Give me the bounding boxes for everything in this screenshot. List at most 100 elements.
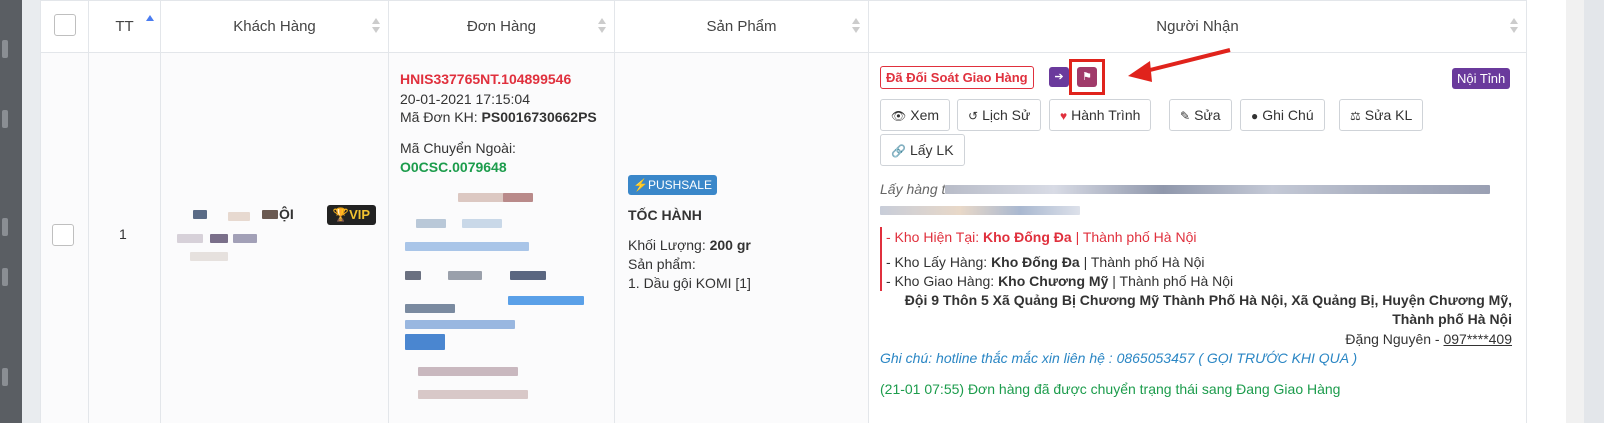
vip-label: VIP — [349, 207, 371, 222]
blurred-text — [510, 271, 546, 280]
service-type: TỐC HÀNH — [628, 207, 702, 223]
trophy-icon: 🏆 — [332, 207, 350, 222]
journey-button[interactable]: ♥ Hành Trình — [1049, 99, 1152, 131]
blurred-text — [880, 206, 1080, 215]
edit-weight-button[interactable]: ⚖ Sửa KL — [1339, 99, 1424, 131]
blurred-text — [503, 193, 533, 202]
header-label: Khách Hàng — [233, 18, 316, 35]
get-link-button[interactable]: 🔗 Lấy LK — [880, 134, 965, 166]
blurred-text — [448, 271, 482, 280]
blurred-text — [210, 234, 228, 243]
sign-out-icon[interactable]: ➔ — [1049, 67, 1069, 87]
scale-icon: ⚖ — [1350, 109, 1361, 123]
edit-button[interactable]: ✎ Sửa — [1169, 99, 1232, 131]
header-order[interactable]: Đơn Hàng — [388, 0, 615, 53]
warehouse-indicator-bar — [880, 227, 882, 291]
external-code-label: Mã Chuyển Ngoài: — [400, 140, 516, 156]
comment-icon: ● — [1251, 109, 1259, 123]
annotation-arrow-icon — [1128, 48, 1231, 82]
receiver-name: Đặng Nguyên - — [1345, 331, 1444, 347]
pencil-icon: ✎ — [1180, 109, 1191, 123]
header-customer[interactable]: Khách Hàng — [160, 0, 389, 53]
sort-icon[interactable] — [852, 18, 860, 34]
region-badge: Nội Tỉnh — [1452, 68, 1511, 89]
products-label: Sản phẩm: — [628, 256, 696, 272]
pickup-warehouse-line: - Kho Lấy Hàng: Kho Đống Đa | Thành phố … — [886, 254, 1205, 270]
customer-name: ỘI — [279, 206, 294, 222]
eye-icon: 👁 — [891, 109, 907, 123]
blurred-text — [405, 304, 455, 313]
view-button[interactable]: 👁 Xem — [880, 99, 951, 131]
label: - Kho Giao Hàng: — [886, 273, 995, 289]
label: - Kho Lấy Hàng: — [886, 254, 988, 270]
delivery-warehouse-line: - Kho Giao Hàng: Kho Chương Mỹ | Thành p… — [886, 273, 1233, 289]
history-button[interactable]: ↺ Lịch Sử — [957, 99, 1042, 131]
history-icon: ↺ — [968, 109, 979, 123]
city: | Thành phố Hà Nội — [1112, 273, 1234, 289]
blurred-text — [416, 219, 446, 228]
blurred-text — [462, 219, 502, 228]
header-tt[interactable]: TT — [88, 0, 161, 53]
pickup-address-prefix: Lấy hàng t — [880, 181, 946, 197]
button-label: Sửa — [1194, 107, 1221, 123]
button-label: Xem — [910, 107, 940, 123]
header-product[interactable]: Sản Phẩm — [614, 0, 869, 53]
note-button[interactable]: ● Ghi Chú — [1240, 99, 1325, 131]
external-code: O0CSC.0079648 — [400, 159, 507, 175]
header-label: Người Nhận — [1156, 18, 1239, 35]
customer-order-code: Mã Đơn KH: PS0016730662PS — [400, 109, 597, 125]
button-label: Lịch Sử — [982, 107, 1031, 123]
select-all-checkbox[interactable] — [53, 13, 76, 36]
receiver-phone-link[interactable]: 097****409 — [1443, 331, 1512, 347]
sort-asc-icon[interactable] — [146, 15, 154, 31]
sort-icon[interactable] — [598, 18, 606, 34]
city: | Thành phố Hà Nội — [1083, 254, 1205, 270]
left-sidebar-edge — [0, 0, 22, 423]
delivery-address-line: Thành phố Hà Nội — [1392, 311, 1512, 327]
value: Kho Chương Mỹ — [998, 273, 1109, 289]
blurred-text — [233, 234, 257, 243]
vertical-scrollbar[interactable] — [1566, 0, 1584, 423]
order-datetime: 20-01-2021 17:15:04 — [400, 91, 530, 107]
button-label: Ghi Chú — [1262, 107, 1314, 123]
blurred-text — [508, 296, 584, 305]
header-select-all[interactable] — [40, 0, 89, 53]
delivery-address-line: Đội 9 Thôn 5 Xã Quảng Bị Chương Mỹ Thành… — [904, 292, 1512, 308]
blurred-text — [262, 210, 278, 219]
label: Khối Lượng: — [628, 237, 706, 253]
order-code-link[interactable]: HNIS337765NT.104899546 — [400, 71, 571, 87]
blurred-text — [945, 185, 1490, 194]
receiver-line: Đặng Nguyên - 097****409 — [1345, 331, 1512, 347]
label: Mã Đơn KH: — [400, 109, 478, 125]
button-label: Sửa KL — [1364, 107, 1413, 123]
blurred-text — [228, 212, 250, 221]
blurred-text — [405, 334, 445, 350]
row-checkbox[interactable] — [52, 224, 74, 246]
sort-icon[interactable] — [372, 18, 380, 34]
blurred-text — [405, 242, 529, 251]
button-label: Hành Trình — [1071, 107, 1141, 123]
shipment-note: Ghi chú: hotline thắc mắc xin liên hệ : … — [880, 350, 1358, 366]
sort-icon[interactable] — [1510, 18, 1518, 34]
blurred-text — [418, 390, 528, 399]
blurred-text — [193, 210, 207, 219]
blurred-text — [190, 252, 228, 261]
right-edge — [1584, 0, 1604, 423]
blurred-text — [177, 234, 203, 243]
weight-line: Khối Lượng: 200 gr — [628, 237, 751, 253]
value: PS0016730662PS — [481, 109, 597, 125]
value: 200 gr — [709, 237, 751, 253]
pushsale-label: PUSHSALE — [647, 178, 712, 192]
table-header-row: TT Khách Hàng Đơn Hàng Sản Phẩm Người Nh… — [40, 0, 1527, 53]
blurred-text — [405, 320, 515, 329]
row-index: 1 — [119, 226, 127, 242]
button-label: Lấy LK — [909, 142, 954, 158]
product-line: 1. Dầu gội KOMI [1] — [628, 275, 751, 291]
blurred-text — [405, 271, 421, 280]
header-label: TT — [115, 18, 134, 35]
blurred-text — [418, 367, 518, 376]
header-label: Sản Phẩm — [706, 18, 777, 35]
label: - Kho Hiện Tại: — [886, 229, 980, 245]
bolt-icon: ⚡ — [633, 178, 648, 192]
value: Kho Đống Đa — [983, 229, 1072, 245]
